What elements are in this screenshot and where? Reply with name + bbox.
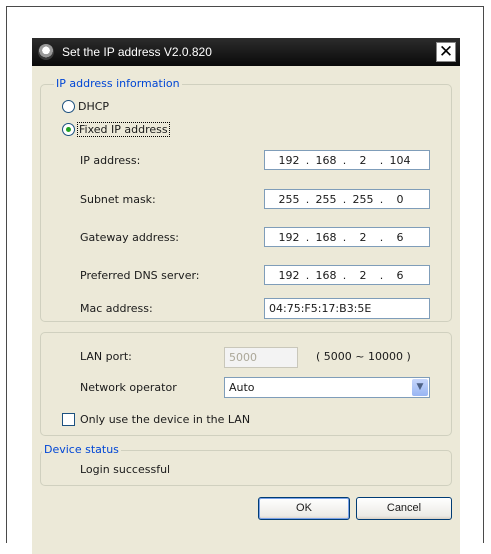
subnet-mask-input[interactable]: 255. 255. 255. 0	[264, 189, 430, 209]
device-status-legend: Device status	[42, 443, 121, 456]
dns-octet-2[interactable]: 168	[314, 269, 338, 282]
mac-label: Mac address:	[80, 302, 153, 315]
dhcp-label[interactable]: DHCP	[78, 100, 109, 113]
ip-dot: .	[342, 192, 347, 206]
gateway-label: Gateway address:	[80, 231, 180, 244]
device-status-text: Login successful	[80, 463, 171, 476]
ip-dot: .	[379, 230, 384, 244]
mask-octet-2[interactable]: 255	[314, 193, 338, 206]
dns-octet-3[interactable]: 2	[351, 269, 375, 282]
network-operator-label: Network operator	[80, 381, 177, 394]
lan-port-range: ( 5000 ~ 10000 )	[316, 350, 411, 363]
ip-dot: .	[305, 153, 310, 167]
dns-octet-1[interactable]: 192	[277, 269, 301, 282]
chevron-down-icon[interactable]: ▼	[412, 379, 428, 396]
cancel-button[interactable]: Cancel	[356, 497, 452, 520]
lan-port-input[interactable]: 5000	[224, 347, 298, 368]
dns-label: Preferred DNS server:	[80, 269, 200, 282]
title-bar[interactable]: Set the IP address V2.0.820 ✕	[32, 38, 460, 66]
gateway-octet-4[interactable]: 6	[388, 231, 412, 244]
ip-address-input[interactable]: 192. 168. 2. 104	[264, 150, 430, 170]
ip-octet-4[interactable]: 104	[388, 154, 412, 167]
gateway-input[interactable]: 192. 168. 2. 6	[264, 227, 430, 247]
ip-octet-2[interactable]: 168	[314, 154, 338, 167]
fixed-ip-label[interactable]: Fixed IP address	[77, 122, 170, 137]
ip-dot: .	[342, 268, 347, 282]
gateway-octet-1[interactable]: 192	[277, 231, 301, 244]
lan-only-checkbox[interactable]	[62, 413, 75, 426]
lan-port-label: LAN port:	[80, 350, 132, 363]
dns-input[interactable]: 192. 168. 2. 6	[264, 265, 430, 285]
ip-settings-dialog: Set the IP address V2.0.820 ✕ IP address…	[32, 38, 460, 554]
ip-dot: .	[305, 230, 310, 244]
window-title: Set the IP address V2.0.820	[62, 45, 212, 59]
mask-octet-4[interactable]: 0	[388, 193, 412, 206]
mask-octet-1[interactable]: 255	[277, 193, 301, 206]
lan-only-label[interactable]: Only use the device in the LAN	[80, 413, 250, 426]
ok-button[interactable]: OK	[258, 497, 350, 520]
mask-octet-3[interactable]: 255	[351, 193, 375, 206]
subnet-mask-label: Subnet mask:	[80, 193, 156, 206]
network-operator-value: Auto	[229, 381, 255, 394]
ip-octet-1[interactable]: 192	[277, 154, 301, 167]
gateway-octet-2[interactable]: 168	[314, 231, 338, 244]
dhcp-radio[interactable]	[62, 100, 75, 113]
ip-address-label: IP address:	[80, 154, 141, 167]
ip-dot: .	[379, 153, 384, 167]
close-icon: ✕	[438, 42, 454, 62]
network-operator-select[interactable]: Auto ▼	[224, 377, 430, 398]
ip-info-legend: IP address information	[54, 77, 182, 90]
ip-dot: .	[342, 230, 347, 244]
close-button[interactable]: ✕	[436, 42, 456, 62]
ip-dot: .	[342, 153, 347, 167]
ip-octet-3[interactable]: 2	[351, 154, 375, 167]
ip-dot: .	[379, 192, 384, 206]
fixed-ip-radio[interactable]	[62, 123, 75, 136]
app-icon	[38, 44, 54, 60]
dns-octet-4[interactable]: 6	[388, 269, 412, 282]
gateway-octet-3[interactable]: 2	[351, 231, 375, 244]
ip-dot: .	[379, 268, 384, 282]
mac-address-input[interactable]: 04:75:F5:17:B3:5E	[264, 298, 430, 319]
ip-dot: .	[305, 192, 310, 206]
ip-dot: .	[305, 268, 310, 282]
